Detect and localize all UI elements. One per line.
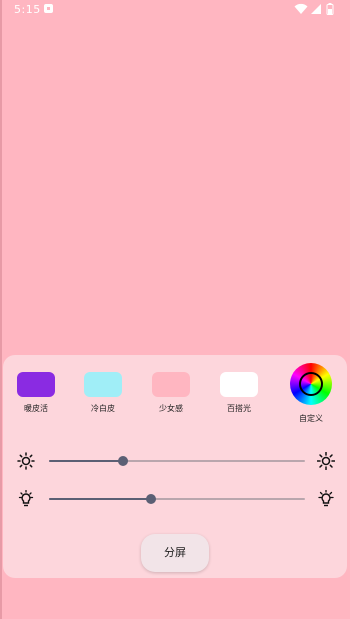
warmth-slider-thumb[interactable]	[146, 494, 157, 504]
screen-edge	[0, 0, 2, 619]
warmth-slider-track[interactable]	[49, 494, 305, 504]
brightness-slider-thumb[interactable]	[118, 456, 129, 466]
bulb-large-icon	[318, 490, 334, 507]
wifi-icon	[294, 3, 308, 15]
custom-label: 自定义	[299, 414, 323, 423]
custom-color-button[interactable]: 自定义	[290, 363, 332, 424]
sun-large-icon	[317, 452, 335, 470]
battery-icon	[326, 3, 334, 15]
brightness-slider-row	[17, 452, 335, 472]
brightness-slider-track[interactable]	[49, 456, 305, 466]
color-wheel-icon[interactable]	[290, 363, 332, 405]
preset-label: 冷白皮	[91, 404, 115, 413]
preset-swatch[interactable]	[17, 372, 55, 397]
brightness-slider-fill	[49, 460, 124, 462]
screen: 5:15 暖皮活 冷白皮 少女感 百搭光 自定义 分屏	[0, 0, 350, 619]
preset-label: 暖皮活	[24, 404, 48, 413]
preset-swatch[interactable]	[84, 372, 122, 397]
preset-universal-light[interactable]: 百搭光	[220, 372, 258, 414]
preset-label: 少女感	[159, 404, 183, 413]
split-screen-button[interactable]: 分屏	[141, 534, 209, 572]
signal-icon	[311, 4, 321, 14]
notification-icon	[44, 4, 53, 13]
preset-cool-white[interactable]: 冷白皮	[84, 372, 122, 414]
preset-girl-feel[interactable]: 少女感	[152, 372, 190, 414]
beauty-light-panel: 暖皮活 冷白皮 少女感 百搭光 自定义 分屏	[3, 355, 347, 578]
preset-warm-skin[interactable]: 暖皮活	[17, 372, 55, 414]
warmth-slider-row	[17, 490, 335, 510]
bulb-small-icon	[18, 490, 34, 507]
preset-swatch[interactable]	[152, 372, 190, 397]
warmth-slider-fill	[49, 498, 152, 500]
status-time: 5:15	[14, 3, 41, 16]
preset-label: 百搭光	[227, 404, 251, 413]
sun-small-icon	[17, 452, 35, 470]
status-bar: 5:15	[0, 0, 350, 20]
status-icons	[294, 3, 336, 15]
preset-swatch[interactable]	[220, 372, 258, 397]
